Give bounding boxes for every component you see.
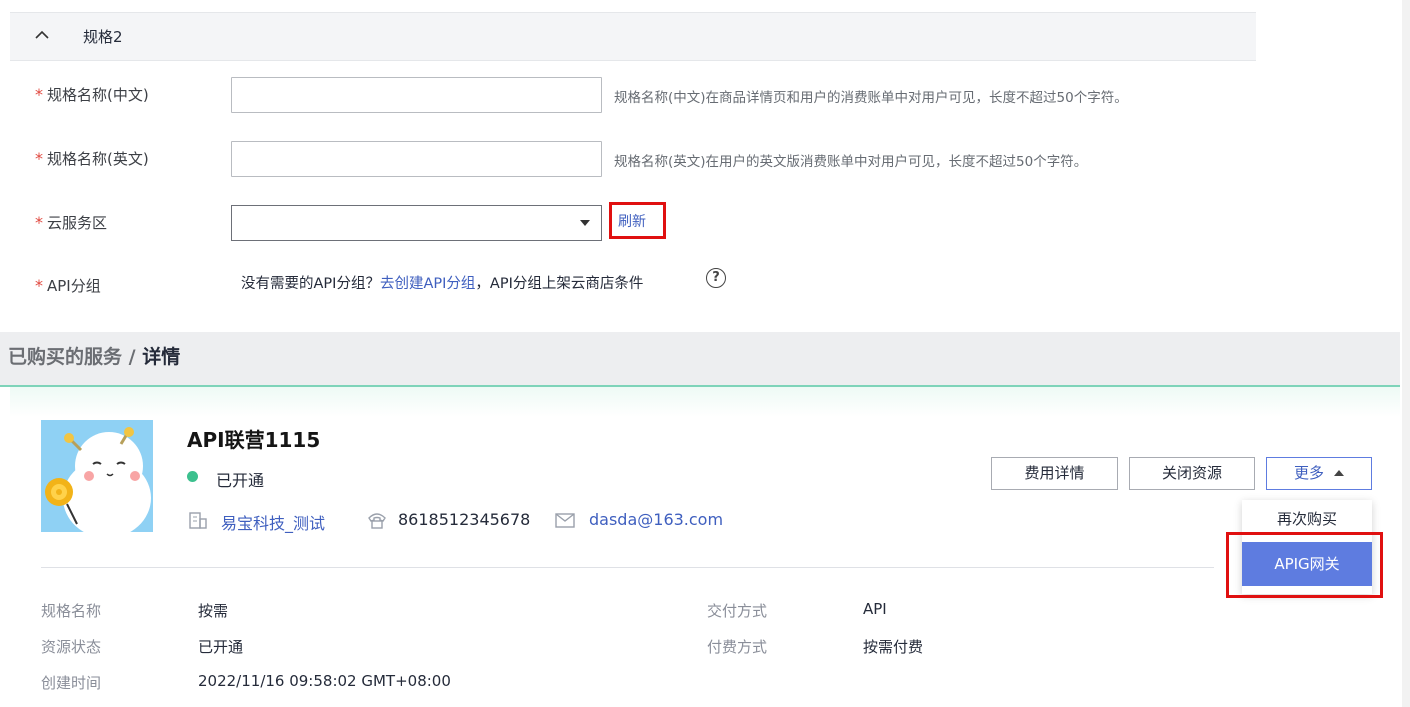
api-group-label: * API分组 [35,276,101,295]
menu-item-repurchase[interactable]: 再次购买 [1242,508,1372,529]
delivery-method-value: API [863,600,887,618]
dropdown-caret-icon[interactable] [580,220,590,226]
delivery-method-label: 交付方式 [707,602,768,620]
chevron-up-icon[interactable] [34,27,50,43]
fee-details-button[interactable]: 费用详情 [991,457,1118,490]
close-resource-button[interactable]: 关闭资源 [1129,457,1255,490]
required-mark: * [35,85,43,104]
created-time-label: 创建时间 [41,674,102,692]
more-button[interactable]: 更多 [1266,457,1372,490]
help-circle-icon[interactable]: ? [706,268,726,288]
api-group-info: 没有需要的API分组？去创建API分组，API分组上架云商店条件 [241,276,644,292]
region-label: * 云服务区 [35,213,108,232]
required-mark: * [35,276,43,295]
resource-status-label: 资源状态 [41,638,102,656]
spec-name-en-label: * 规格名称(英文) [35,149,149,168]
divider [41,567,1214,568]
spec-name-value: 按需 [198,602,229,620]
mail-icon [555,513,575,528]
billing-method-label: 付费方式 [707,638,768,656]
billing-method-value: 按需付费 [863,638,924,656]
breadcrumb: 已购买的服务 / 详情 [8,346,181,368]
region-select[interactable] [231,205,602,241]
spec-name-label: 规格名称 [41,602,102,620]
required-mark: * [35,213,43,232]
service-name: API联营1115 [187,428,321,452]
company-link[interactable]: 易宝科技_测试 [221,510,325,534]
header-gradient [10,387,1400,417]
spec-name-en-input[interactable] [231,141,602,177]
refresh-highlight-box: 刷新 [609,202,666,239]
detail-page-header: 已购买的服务 / 详情 [0,332,1400,387]
breadcrumb-current: 详情 [142,346,181,368]
building-icon [189,512,207,529]
apig-highlight-box [1226,532,1383,598]
status-dot-icon [187,471,198,482]
spec-section-header[interactable]: 规格2 [10,12,1256,61]
breadcrumb-parent[interactable]: 已购买的服务 [8,346,122,368]
create-api-group-link[interactable]: 去创建API分组 [380,276,475,292]
scrollbar-track[interactable] [1402,0,1410,707]
service-avatar [41,420,153,532]
spec-section-title: 规格2 [83,28,123,46]
spec-name-cn-hint: 规格名称(中文)在商品详情页和用户的消费账单中对用户可见，长度不超过50个字符。 [614,90,1128,106]
mascot-image [41,420,153,532]
created-time-value: 2022/11/16 09:58:02 GMT+08:00 [198,672,451,690]
spec-name-cn-input[interactable] [231,77,602,113]
phone-number: 8618512345678 [398,510,531,529]
resource-status-value: 已开通 [198,638,244,656]
more-button-label: 更多 [1293,464,1324,482]
phone-icon [368,513,386,529]
required-mark: * [35,149,43,168]
service-status: 已开通 [216,471,265,490]
refresh-link[interactable]: 刷新 [618,211,646,231]
spec-name-cn-label: * 规格名称(中文) [35,85,149,104]
spec-name-en-hint: 规格名称(英文)在用户的英文版消费账单中对用户可见，长度不超过50个字符。 [614,154,1088,170]
email-link[interactable]: dasda@163.com [589,510,723,529]
caret-up-icon [1334,470,1344,476]
